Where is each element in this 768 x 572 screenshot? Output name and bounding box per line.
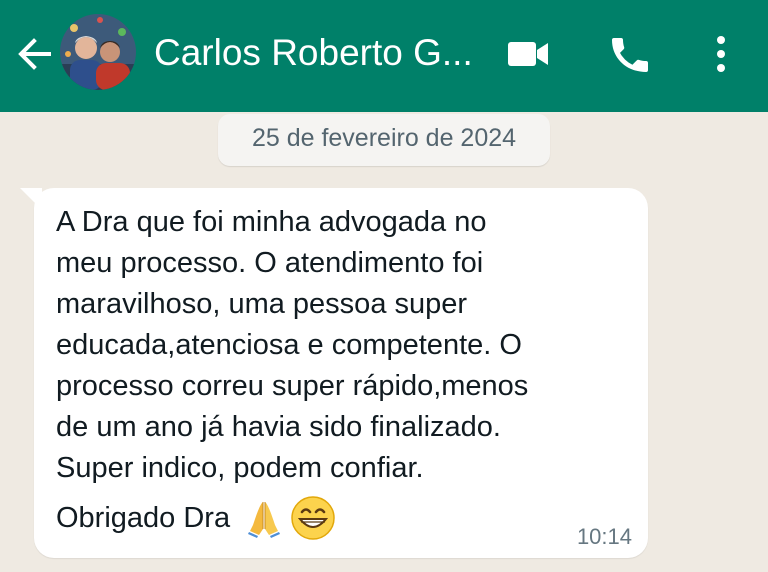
message-signoff-text: Obrigado Dra	[56, 501, 231, 534]
contact-avatar[interactable]	[60, 14, 136, 90]
incoming-message-bubble[interactable]: A Dra que foi minha advogada no meu proc…	[20, 188, 648, 558]
back-button[interactable]	[14, 34, 54, 74]
message-text: A Dra que foi minha advogada no meu proc…	[56, 206, 529, 484]
phone-icon	[612, 38, 648, 72]
video-camera-icon	[508, 42, 548, 66]
avatar-photo	[60, 14, 136, 90]
bubble-tail	[20, 188, 42, 210]
video-call-button[interactable]	[502, 34, 554, 74]
voice-call-button[interactable]	[606, 30, 654, 78]
message-timestamp: 10:14	[576, 524, 632, 549]
contact-name[interactable]: Carlos Roberto G...	[154, 28, 484, 78]
more-vert-icon	[717, 36, 725, 72]
grinning-face-emoji	[291, 496, 335, 540]
message-signoff-line: Obrigado Dra	[56, 494, 336, 542]
folded-hands-emoji	[248, 502, 281, 538]
more-options-button[interactable]	[706, 30, 736, 78]
arrow-left-icon	[18, 38, 51, 70]
chat-header: Carlos Roberto G...	[0, 0, 768, 112]
date-separator: 25 de fevereiro de 2024	[218, 114, 550, 166]
